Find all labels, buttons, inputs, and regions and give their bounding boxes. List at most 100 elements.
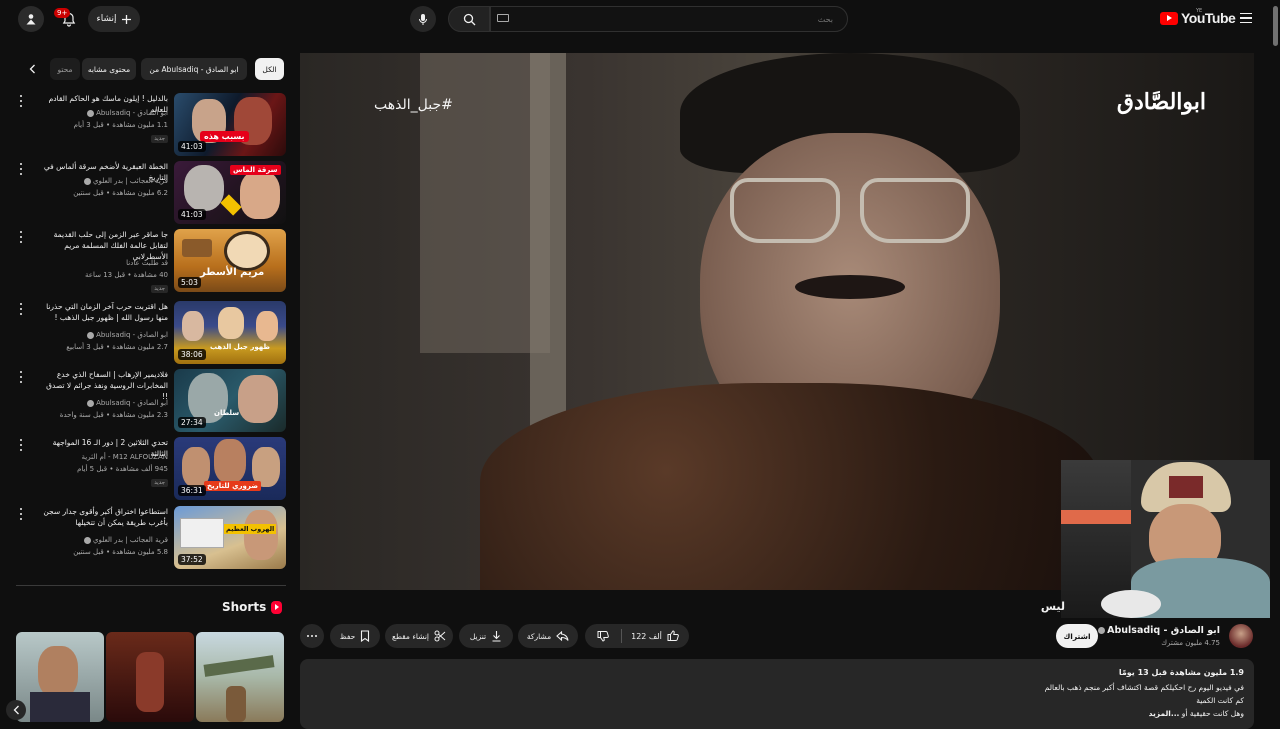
short-video[interactable] [16, 632, 104, 722]
channel-name[interactable]: ابو الصادق - Abulsadiq [85, 331, 168, 339]
like-button[interactable]: 122 ألف [621, 624, 689, 648]
video-duration: 41:03 [178, 209, 206, 220]
channel-name[interactable]: M12 ALFOUZAN - أم الثرية [82, 453, 168, 461]
chip-all[interactable]: الكل [255, 58, 284, 80]
video-meta: 2.7 مليون مشاهدة • قبل 3 أسابيع [66, 343, 168, 351]
verified-icon [1098, 627, 1106, 634]
video-thumbnail[interactable]: مريم الأسطر 5:03 [174, 229, 286, 292]
thumbnail-text: سلطان [214, 409, 240, 417]
scrollbar-track[interactable] [1271, 0, 1280, 720]
new-badge: جديد [151, 135, 168, 143]
logo-region: YE [1196, 8, 1203, 14]
shorts-icon [271, 600, 283, 614]
scrollbar-thumb[interactable] [1273, 6, 1278, 46]
voice-search-button[interactable] [410, 6, 436, 32]
video-thumbnail[interactable]: سلطان 27:34 [174, 369, 286, 432]
chip-similar[interactable]: محتوى مشابه [82, 58, 136, 80]
channel-name[interactable]: ابو الصادق - Abulsadiq [1096, 625, 1220, 636]
subscribe-button[interactable]: اشتراك [1056, 624, 1098, 648]
channel-name[interactable]: قد طلبت عادنا [126, 259, 168, 267]
chip-from-channel[interactable]: من Abulsadiq - ابو الصادق [141, 58, 247, 80]
video-title[interactable]: فلاديمير الإرهاب | السفاح الذي خدع المخا… [38, 369, 168, 402]
thumbnail-text: ظهور جبل الذهب [210, 343, 270, 351]
more-options-button[interactable] [18, 508, 24, 520]
video-thumbnail[interactable]: الهروب العظيم 37:52 [174, 506, 286, 569]
more-options-button[interactable] [18, 163, 24, 175]
related-video[interactable]: الهروب العظيم 37:52 استطاعوا اختراق أكبر… [16, 506, 286, 570]
like-count: 122 ألف [631, 631, 662, 641]
verified-icon [87, 331, 95, 339]
new-badge: جديد [151, 479, 168, 487]
more-options-button[interactable] [18, 95, 24, 107]
description-line: في فيديو اليوم رح احكيلكم قصة اكتشاف أكب… [1044, 683, 1244, 692]
share-button[interactable]: مشاركة [518, 624, 578, 648]
channel-name[interactable]: قرية العجائب | بدر العلوي [82, 536, 168, 544]
channel-watermark: ابوالصَّادق [1116, 89, 1206, 115]
more-options-button[interactable] [18, 439, 24, 451]
chevron-left-icon [13, 705, 19, 715]
more-options-button[interactable] [18, 231, 24, 243]
search-button[interactable] [448, 6, 490, 32]
related-video[interactable]: سرقة الماس 41:03 الخطة العبقرية لأضخم سر… [16, 161, 286, 225]
related-video[interactable]: ظهور جبل الذهب 38:06 هل اقتربت حرب آخر ا… [16, 301, 286, 365]
related-video[interactable]: مريم الأسطر 5:03 جا صاقر عبر الزمن إلى ح… [16, 229, 286, 293]
short-video[interactable] [196, 632, 284, 722]
related-video[interactable]: بسبب هذه 41:03 بالدليل ! إيلون ماسك هو ا… [16, 93, 286, 157]
thumbs-down-icon [597, 631, 609, 642]
divider [16, 585, 286, 586]
clip-button[interactable]: إنشاء مقطع [385, 624, 453, 648]
related-video[interactable]: سلطان 27:34 فلاديمير الإرهاب | السفاح ال… [16, 369, 286, 433]
chevron-left-icon [29, 64, 35, 74]
video-thumbnail[interactable]: بسبب هذه 41:03 [174, 93, 286, 156]
dislike-button[interactable] [585, 624, 621, 648]
more-actions-button[interactable] [300, 624, 324, 648]
avatar-icon [26, 14, 36, 25]
video-thumbnail[interactable]: ضروري للتاريخ 36:31 [174, 437, 286, 500]
filter-chips: محتو محتوى مشابه من Abulsadiq - ابو الصا… [24, 58, 286, 80]
video-title[interactable]: جا صاقر عبر الزمن إلى حلب القديمة لتقابل… [38, 229, 168, 262]
video-meta: 945 ألف مشاهدة • قبل 5 أيام [77, 465, 168, 473]
short-video[interactable] [106, 632, 194, 722]
hamburger-menu-icon[interactable] [1240, 13, 1252, 23]
channel-name[interactable]: قرية العجائب | بدر العلوي [82, 177, 168, 185]
thumbnail-text: ضروري للتاريخ [204, 481, 262, 491]
video-meta: 5.8 مليون مشاهدة • قبل سنتين [73, 548, 168, 556]
verified-icon [84, 177, 92, 185]
bookmark-icon [361, 630, 370, 642]
download-button[interactable]: تنزيل [459, 624, 513, 648]
video-title[interactable]: استطاعوا اختراق أكبر وأقوى جدار سجن بأغر… [38, 506, 168, 528]
more-options-button[interactable] [18, 303, 24, 315]
create-button[interactable]: إنشاء [88, 6, 140, 32]
like-dislike-group: 122 ألف [585, 624, 689, 648]
description-stats: 1.9 مليون مشاهدة قبل 13 يومًا [1118, 668, 1244, 677]
microphone-icon [419, 13, 427, 25]
show-more-link[interactable]: ...المزيد [1149, 709, 1180, 718]
channel-name[interactable]: ابو الصادق - Abulsadiq [85, 399, 168, 407]
share-icon [556, 630, 569, 641]
shorts-title: Shorts [222, 600, 267, 614]
save-button[interactable]: حفظ [330, 624, 380, 648]
video-thumbnail[interactable]: ظهور جبل الذهب 38:06 [174, 301, 286, 364]
glasses-left [730, 178, 840, 243]
account-avatar[interactable] [18, 6, 44, 32]
search-input[interactable] [490, 6, 848, 32]
description-box[interactable]: 1.9 مليون مشاهدة قبل 13 يومًا في فيديو ا… [300, 659, 1254, 729]
channel-name[interactable]: ابو الصادق - Abulsadiq [85, 109, 168, 117]
video-meta: 1.1 مليون مشاهدة • قبل 3 أيام [73, 121, 168, 129]
keyboard-icon[interactable] [497, 14, 509, 22]
related-video[interactable]: ضروري للتاريخ 36:31 تحدي الثلاثين 2 | دو… [16, 437, 286, 501]
glasses-right [860, 178, 970, 243]
video-title[interactable]: هل اقتربت حرب آخر الزمان التي حذرنا منها… [38, 301, 168, 323]
video-thumbnail[interactable]: سرقة الماس 41:03 [174, 161, 286, 224]
more-options-button[interactable] [18, 371, 24, 383]
download-label: تنزيل [469, 631, 487, 641]
description-line: وهل كانت حقيقية أو ...المزيد [1148, 709, 1244, 718]
shorts-prev-button[interactable] [6, 700, 26, 720]
channel-avatar[interactable] [1229, 624, 1253, 648]
chips-scroll-left-button[interactable] [24, 58, 40, 80]
scissors-icon [434, 630, 446, 642]
search-icon [463, 13, 475, 25]
player-hashtag: #جبل_الذهب [374, 97, 453, 113]
diamond-graphic [220, 194, 242, 216]
chip-similar-partial[interactable]: محتو [50, 58, 80, 80]
